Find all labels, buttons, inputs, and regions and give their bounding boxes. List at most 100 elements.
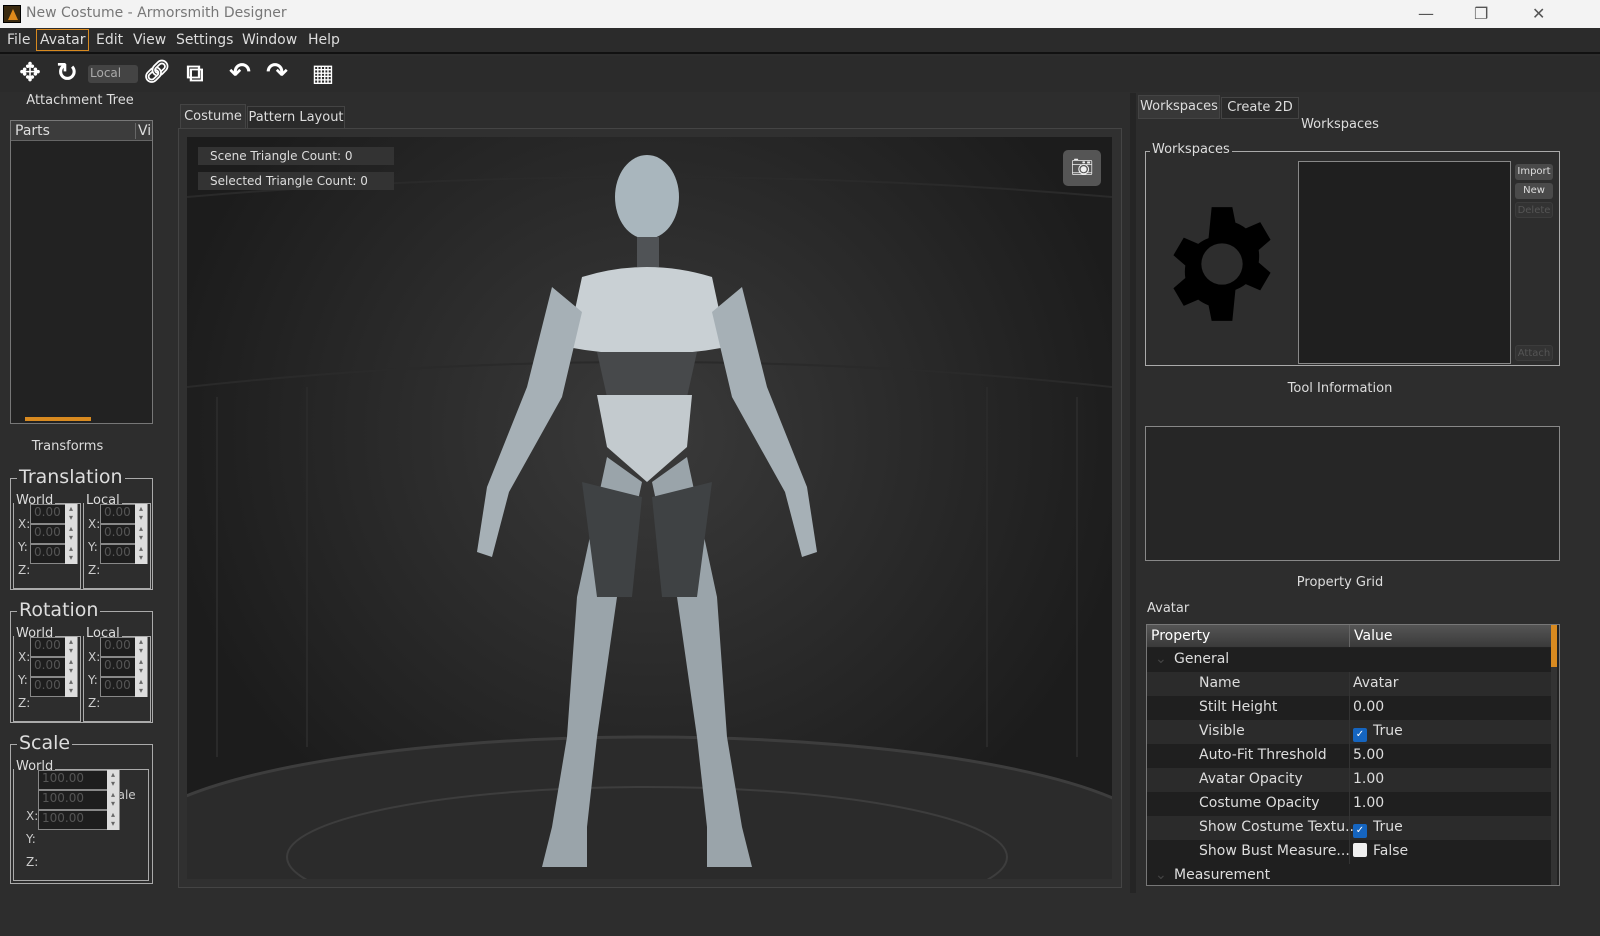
menu-avatar[interactable]: Avatar [36,29,90,51]
checkbox-checked[interactable]: ✓ [1353,824,1367,838]
attach-button[interactable]: Attach [1515,345,1553,361]
move-icon[interactable]: ✥ [15,58,45,88]
z-spinbox[interactable]: 100.00 [38,810,120,830]
tool-information-box [1145,426,1560,561]
y-spinbox[interactable]: 0.00 [30,524,78,544]
property-grid[interactable]: Property Value ⌄ General Name Avatar Stilt … [1146,624,1560,886]
title-bar: New Costume - Armorsmith Designer — ❐ ✕ [0,0,1600,28]
property-value[interactable]: False [1353,843,1408,859]
x-spinbox[interactable]: 0.00 [100,504,148,524]
property-row[interactable]: Stilt Height 0.00 [1147,696,1552,720]
property-row[interactable]: Avatar Opacity 1.00 [1147,768,1552,792]
property-row[interactable]: Visible ✓ True [1147,720,1552,744]
category-measurement[interactable]: ⌄ Measurement [1147,864,1552,885]
import-button[interactable]: Import [1515,164,1553,180]
3d-viewport[interactable] [187,137,1112,879]
grid-icon[interactable]: ▦ [308,58,338,88]
minimize-button[interactable]: — [1418,4,1434,23]
menu-help[interactable]: Help [305,32,343,48]
link-icon[interactable]: 🔗︎ [142,58,172,88]
column-parts[interactable]: Parts [15,123,50,139]
splitter[interactable] [1130,93,1136,893]
vertical-scrollbar[interactable] [1551,625,1557,885]
z-spinbox[interactable]: 0.00 [100,544,148,564]
property-row[interactable]: Show Bust Measure... False [1147,840,1552,864]
scale-world-group: World ⊠ Uniform Scale X:100.00Y:100.00Z:… [13,759,149,881]
property-value[interactable]: 5.00 [1353,747,1384,763]
camera-icon[interactable]: 📷︎ [1063,150,1101,186]
tab-workspaces[interactable]: Workspaces [1138,95,1220,119]
checkbox-checked[interactable]: ✓ [1353,728,1367,742]
axis-label: Y: [18,673,28,687]
y-spinbox[interactable]: 0.00 [100,524,148,544]
restore-button[interactable]: ❐ [1474,4,1488,23]
menu-file[interactable]: File [4,32,33,48]
axis-label: X: [18,517,31,531]
property-row[interactable]: Costume Opacity 1.00 [1147,792,1552,816]
rotate-icon[interactable]: ↻ [52,58,82,88]
property-row[interactable]: Auto-Fit Threshold 5.00 [1147,744,1552,768]
menu-edit[interactable]: Edit [93,32,126,48]
z-spinbox[interactable]: 0.00 [100,677,148,697]
new-button[interactable]: New [1515,183,1553,199]
workspaces-title: Workspaces [1301,117,1379,132]
attachment-tree-title: Attachment Tree [26,93,134,108]
property-name: Auto-Fit Threshold [1199,747,1327,763]
scene-graphic [187,155,1112,879]
property-value[interactable]: 1.00 [1353,795,1384,811]
workspaces-group: Workspaces Import New Delete Attach [1145,142,1560,366]
axis-label: Y: [88,673,98,687]
axis-label: Y: [18,540,28,554]
tab-costume[interactable]: Costume [180,104,246,128]
axis-label: Z: [18,696,31,710]
property-name: Show Costume Textu... [1199,819,1359,835]
property-value[interactable]: ✓ True [1353,723,1403,742]
transforms-title: Transforms [31,439,104,454]
menu-settings[interactable]: Settings [173,32,236,48]
menu-window[interactable]: Window [239,32,300,48]
space-select[interactable]: Local [88,65,138,83]
undo-icon[interactable]: ↶ [225,58,255,88]
property-name: Visible [1199,723,1245,739]
column-property[interactable]: Property [1151,628,1210,644]
x-spinbox[interactable]: 0.00 [100,637,148,657]
property-value[interactable]: 0.00 [1353,699,1384,715]
property-row[interactable]: Name Avatar [1147,672,1552,696]
menu-view[interactable]: View [130,32,169,48]
z-spinbox[interactable]: 0.00 [30,677,78,697]
horizontal-scrollbar[interactable] [25,417,91,421]
external-link-icon[interactable]: ⧉ [180,58,210,88]
tab-create-2d[interactable]: Create 2D [1221,97,1299,119]
x-spinbox[interactable]: 0.00 [30,637,78,657]
column-visible[interactable]: Vi [135,123,151,139]
tab-pattern-layout[interactable]: Pattern Layout [247,106,345,128]
column-value[interactable]: Value [1349,625,1396,647]
property-row[interactable]: Show Costume Textu... ✓ True [1147,816,1552,840]
axis-label: Z: [88,696,101,710]
property-value[interactable]: ✓ True [1353,819,1403,838]
workspaces-group-label: Workspaces [1150,142,1232,157]
rotation-group: RotationWorldX:0.00Y:0.00Z:0.00LocalX:0.… [10,599,153,723]
redo-icon[interactable]: ↷ [262,58,292,88]
z-spinbox[interactable]: 0.00 [30,544,78,564]
x-spinbox[interactable]: 0.00 [30,504,78,524]
selected-triangle-count: Selected Triangle Count: 0 [198,172,394,190]
x-spinbox[interactable]: 100.00 [38,770,120,790]
delete-button[interactable]: Delete [1515,202,1553,218]
category-general[interactable]: ⌄ General [1147,648,1552,672]
checkbox-unchecked[interactable] [1353,843,1367,857]
axis-label: Y: [88,540,98,554]
attachment-tree[interactable]: Parts Vi [10,120,153,424]
property-name: Show Bust Measure... [1199,843,1350,859]
y-spinbox[interactable]: 0.00 [100,657,148,677]
close-button[interactable]: ✕ [1532,4,1545,23]
axis-label: X: [88,650,101,664]
property-name: Costume Opacity [1199,795,1320,811]
y-spinbox[interactable]: 100.00 [38,790,120,810]
property-value[interactable]: 1.00 [1353,771,1384,787]
y-spinbox[interactable]: 0.00 [30,657,78,677]
workspaces-list[interactable] [1298,161,1511,364]
tool-information-title: Tool Information [1287,381,1393,396]
transforms-panel: TranslationWorldX:0.00Y:0.00Z:0.00LocalX… [0,460,160,890]
property-value[interactable]: Avatar [1353,675,1398,691]
